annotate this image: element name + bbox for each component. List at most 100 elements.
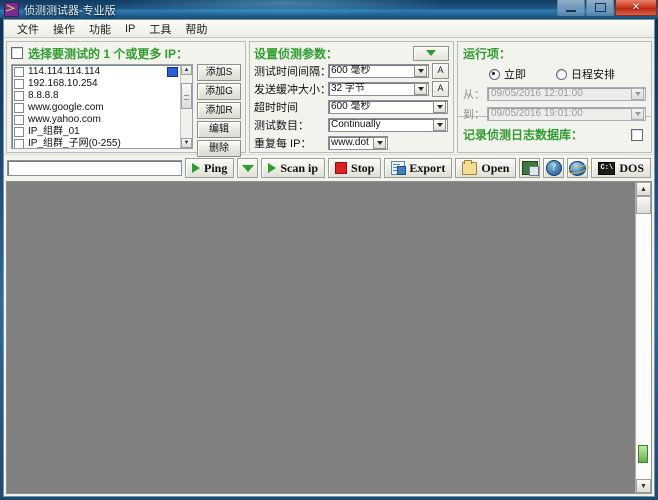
chevron-down-icon[interactable] xyxy=(373,137,386,149)
buffer-a-button[interactable]: A xyxy=(432,81,449,97)
export-button[interactable]: Export xyxy=(384,158,452,178)
row-checkbox[interactable] xyxy=(14,139,24,148)
scrollbar-track[interactable] xyxy=(181,75,192,138)
radio-immediate-label: 立即 xyxy=(504,66,526,82)
log-database-row: 记录侦测日志数据库： xyxy=(457,117,652,153)
from-datetime-field[interactable]: 09/05/2016 12:01:00 xyxy=(487,87,646,101)
radio-scheduled[interactable]: 日程安排 xyxy=(556,66,615,82)
minimize-button[interactable] xyxy=(557,0,585,16)
list-item[interactable]: www.google.com xyxy=(14,102,180,114)
add-s-button[interactable]: 添加S xyxy=(197,64,241,81)
ip-label: IP_组群_子网(0-255) xyxy=(28,138,121,148)
scroll-down-icon[interactable]: ▼ xyxy=(636,479,651,493)
timeout-dropdown[interactable]: 600 毫秒 xyxy=(328,100,448,114)
help-button[interactable]: ? xyxy=(543,158,564,178)
dos-console-icon: C:\ xyxy=(598,162,615,175)
image-export-button[interactable] xyxy=(519,158,540,178)
settings-panel-header: 设置侦测参数： xyxy=(254,45,449,61)
results-scrollbar[interactable]: ▲ ▼ xyxy=(635,182,651,493)
stop-square-icon xyxy=(335,162,347,174)
menu-item-help[interactable]: 帮助 xyxy=(178,20,214,38)
buffer-size-dropdown[interactable]: 32 字节 xyxy=(328,82,429,96)
folder-icon xyxy=(462,162,477,175)
setting-row-interval: 测试时间间隔： 600 毫秒 A xyxy=(254,62,449,79)
ip-list[interactable]: 114.114.114.114 192.168.10.254 8.8.8.8 xyxy=(11,64,193,149)
menu-item-operation[interactable]: 操作 xyxy=(46,20,82,38)
row-checkbox[interactable] xyxy=(14,127,24,137)
radio-scheduled-icon[interactable] xyxy=(556,69,567,80)
ip-label: 114.114.114.114 xyxy=(28,66,100,78)
ip-list-scrollbar[interactable]: ▲ ▼ xyxy=(180,65,192,148)
chevron-down-icon[interactable] xyxy=(433,101,446,113)
row-checkbox[interactable] xyxy=(14,91,24,101)
repeat-per-ip-dropdown[interactable]: www.dot xyxy=(328,136,388,150)
list-item[interactable]: www.yahoo.com xyxy=(14,114,180,126)
document-icon xyxy=(391,161,405,175)
radio-scheduled-label: 日程安排 xyxy=(571,66,615,82)
maximize-button[interactable] xyxy=(586,0,614,16)
add-r-button[interactable]: 添加R xyxy=(197,102,241,119)
dos-button[interactable]: C:\ DOS xyxy=(591,158,651,178)
ping-label: Ping xyxy=(204,161,227,176)
ping-button[interactable]: Ping xyxy=(185,158,234,178)
list-item[interactable]: IP_组群_子网(0-255) xyxy=(14,138,180,148)
scrollbar-thumb[interactable] xyxy=(181,83,192,109)
radio-immediate[interactable]: 立即 xyxy=(489,66,526,82)
setting-label: 测试数目： xyxy=(254,117,328,133)
row-checkbox[interactable] xyxy=(14,79,24,89)
row-checkbox[interactable] xyxy=(14,115,24,125)
chart-app-icon xyxy=(4,2,19,17)
ip-list-rows: 114.114.114.114 192.168.10.254 8.8.8.8 xyxy=(12,65,180,148)
open-button[interactable]: Open xyxy=(455,158,516,178)
scroll-up-icon[interactable]: ▲ xyxy=(181,65,192,75)
search-input[interactable] xyxy=(7,160,182,176)
results-canvas[interactable] xyxy=(7,182,635,493)
scrollbar-track[interactable] xyxy=(636,196,651,479)
browser-button[interactable] xyxy=(567,158,588,178)
ip-action-buttons: 添加S 添加G 添加R 编辑 删除 xyxy=(197,64,241,149)
menu-item-tools[interactable]: 工具 xyxy=(142,20,178,38)
window-title: 侦测测试器-专业版 xyxy=(24,2,116,18)
list-item[interactable]: 114.114.114.114 xyxy=(14,66,180,78)
expand-settings-button[interactable] xyxy=(413,46,449,61)
test-count-dropdown[interactable]: Continually xyxy=(328,118,448,132)
stop-button[interactable]: Stop xyxy=(328,158,381,178)
maximize-icon xyxy=(595,3,606,12)
log-database-checkbox[interactable] xyxy=(631,129,643,141)
open-label: Open xyxy=(481,161,509,176)
schedule-from-row: 从： 09/05/2016 12:01:00 xyxy=(463,85,646,102)
scroll-up-icon[interactable]: ▲ xyxy=(636,182,651,196)
interval-a-button[interactable]: A xyxy=(432,63,449,79)
edit-button[interactable]: 编辑 xyxy=(197,121,241,138)
list-item[interactable]: 8.8.8.8 xyxy=(14,90,180,102)
menu-item-function[interactable]: 功能 xyxy=(82,20,118,38)
menu-item-file[interactable]: 文件 xyxy=(10,20,46,38)
row-checkbox[interactable] xyxy=(14,67,24,77)
interval-dropdown[interactable]: 600 毫秒 xyxy=(328,64,429,78)
menu-item-ip[interactable]: IP xyxy=(118,22,142,36)
close-button[interactable]: ✕ xyxy=(615,0,657,16)
test-count-value: Continually xyxy=(329,119,433,131)
run-options-panel: 运行项： 立即 日程安排 从： 09 xyxy=(457,41,652,153)
add-g-button[interactable]: 添加G xyxy=(197,83,241,100)
scroll-down-icon[interactable]: ▼ xyxy=(181,138,192,148)
scan-ip-button[interactable]: Scan ip xyxy=(261,158,325,178)
radio-immediate-icon[interactable] xyxy=(489,69,500,80)
delete-button[interactable]: 删除 xyxy=(197,140,241,157)
run-mode-radios: 立即 日程安排 xyxy=(463,66,646,82)
chevron-down-icon[interactable] xyxy=(433,119,446,131)
repeat-per-ip-value: www.dot xyxy=(329,137,373,149)
ping-dropdown-button[interactable] xyxy=(237,158,258,178)
chevron-down-icon[interactable] xyxy=(414,65,427,77)
title-bar[interactable]: 侦测测试器-专业版 ✕ xyxy=(0,0,658,19)
select-all-checkbox[interactable] xyxy=(11,47,23,59)
row-checkbox[interactable] xyxy=(14,103,24,113)
interval-value: 600 毫秒 xyxy=(329,65,414,77)
main-toolbar: Ping Scan ip Stop Export Open xyxy=(4,154,654,181)
scrollbar-thumb[interactable] xyxy=(636,196,651,214)
list-item[interactable]: 192.168.10.254 xyxy=(14,78,180,90)
chevron-down-icon[interactable] xyxy=(631,88,644,100)
setting-row-repeat: 重复每 IP： www.dot xyxy=(254,134,449,151)
chevron-down-icon[interactable] xyxy=(414,83,427,95)
list-item[interactable]: IP_组群_01 xyxy=(14,126,180,138)
